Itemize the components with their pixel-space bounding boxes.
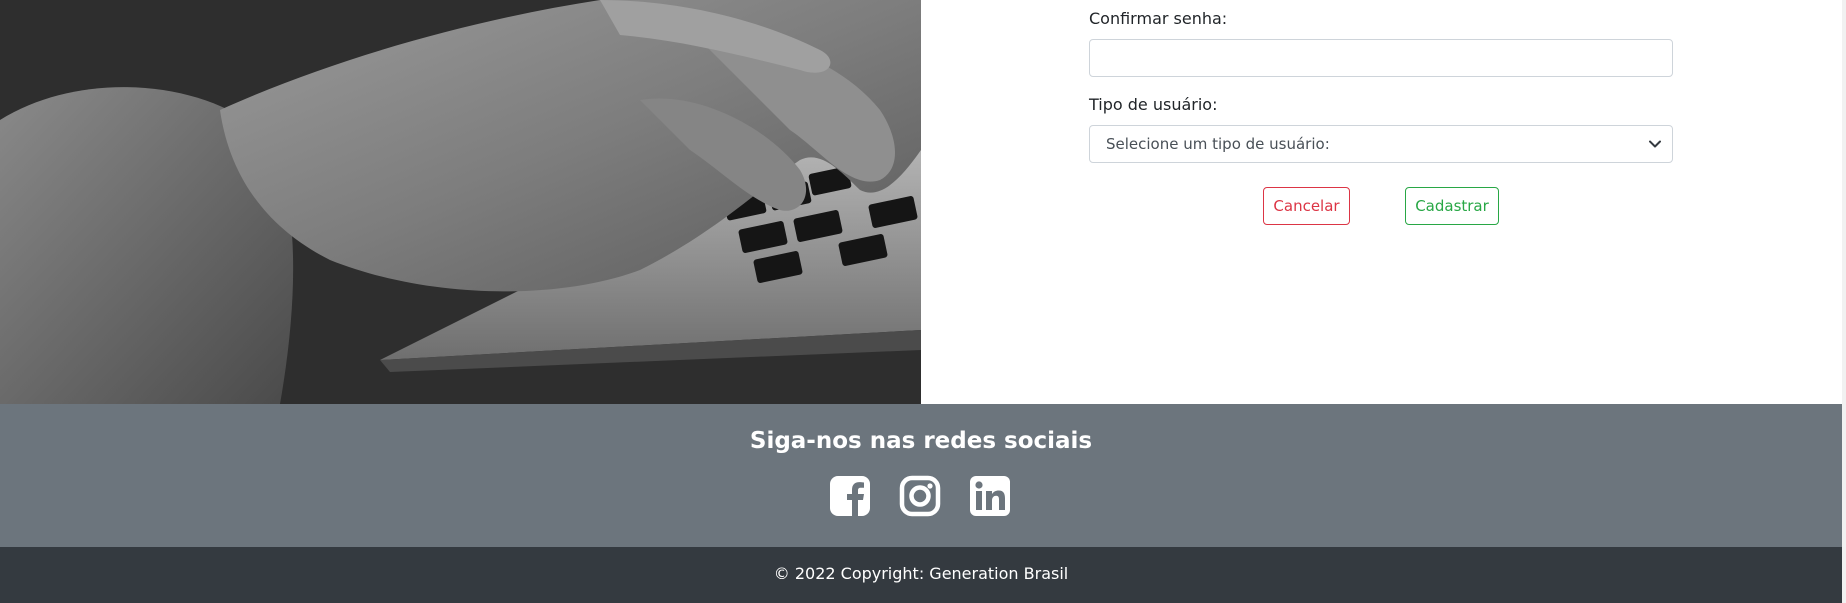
social-title: Siga-nos nas redes sociais [749, 428, 1093, 454]
cancel-button[interactable]: Cancelar [1263, 187, 1350, 225]
confirm-password-input[interactable] [1089, 39, 1673, 77]
page: Confirmar senha: Tipo de usuário: Seleci… [0, 0, 1846, 603]
chevron-down-icon [1649, 140, 1661, 148]
confirm-password-label: Confirmar senha: [1089, 9, 1228, 28]
social-links [829, 475, 1013, 519]
submit-button[interactable]: Cadastrar [1405, 187, 1499, 225]
page-scrollbar[interactable] [1842, 0, 1846, 603]
register-section: Confirmar senha: Tipo de usuário: Seleci… [0, 0, 1846, 404]
facebook-icon[interactable] [829, 475, 871, 517]
copyright-text: © 2022 Copyright: Generation Brasil [773, 564, 1069, 583]
register-form: Confirmar senha: Tipo de usuário: Seleci… [1089, 0, 1673, 404]
user-type-selected-value: Selecione um tipo de usuário: [1106, 135, 1330, 153]
typing-hands-image [0, 0, 921, 404]
copyright-footer: © 2022 Copyright: Generation Brasil [0, 547, 1842, 603]
social-footer: Siga-nos nas redes sociais [0, 404, 1842, 547]
linkedin-icon[interactable] [969, 475, 1011, 517]
user-type-select[interactable]: Selecione um tipo de usuário: [1089, 125, 1673, 163]
user-type-label: Tipo de usuário: [1089, 95, 1218, 114]
instagram-icon[interactable] [899, 475, 941, 517]
